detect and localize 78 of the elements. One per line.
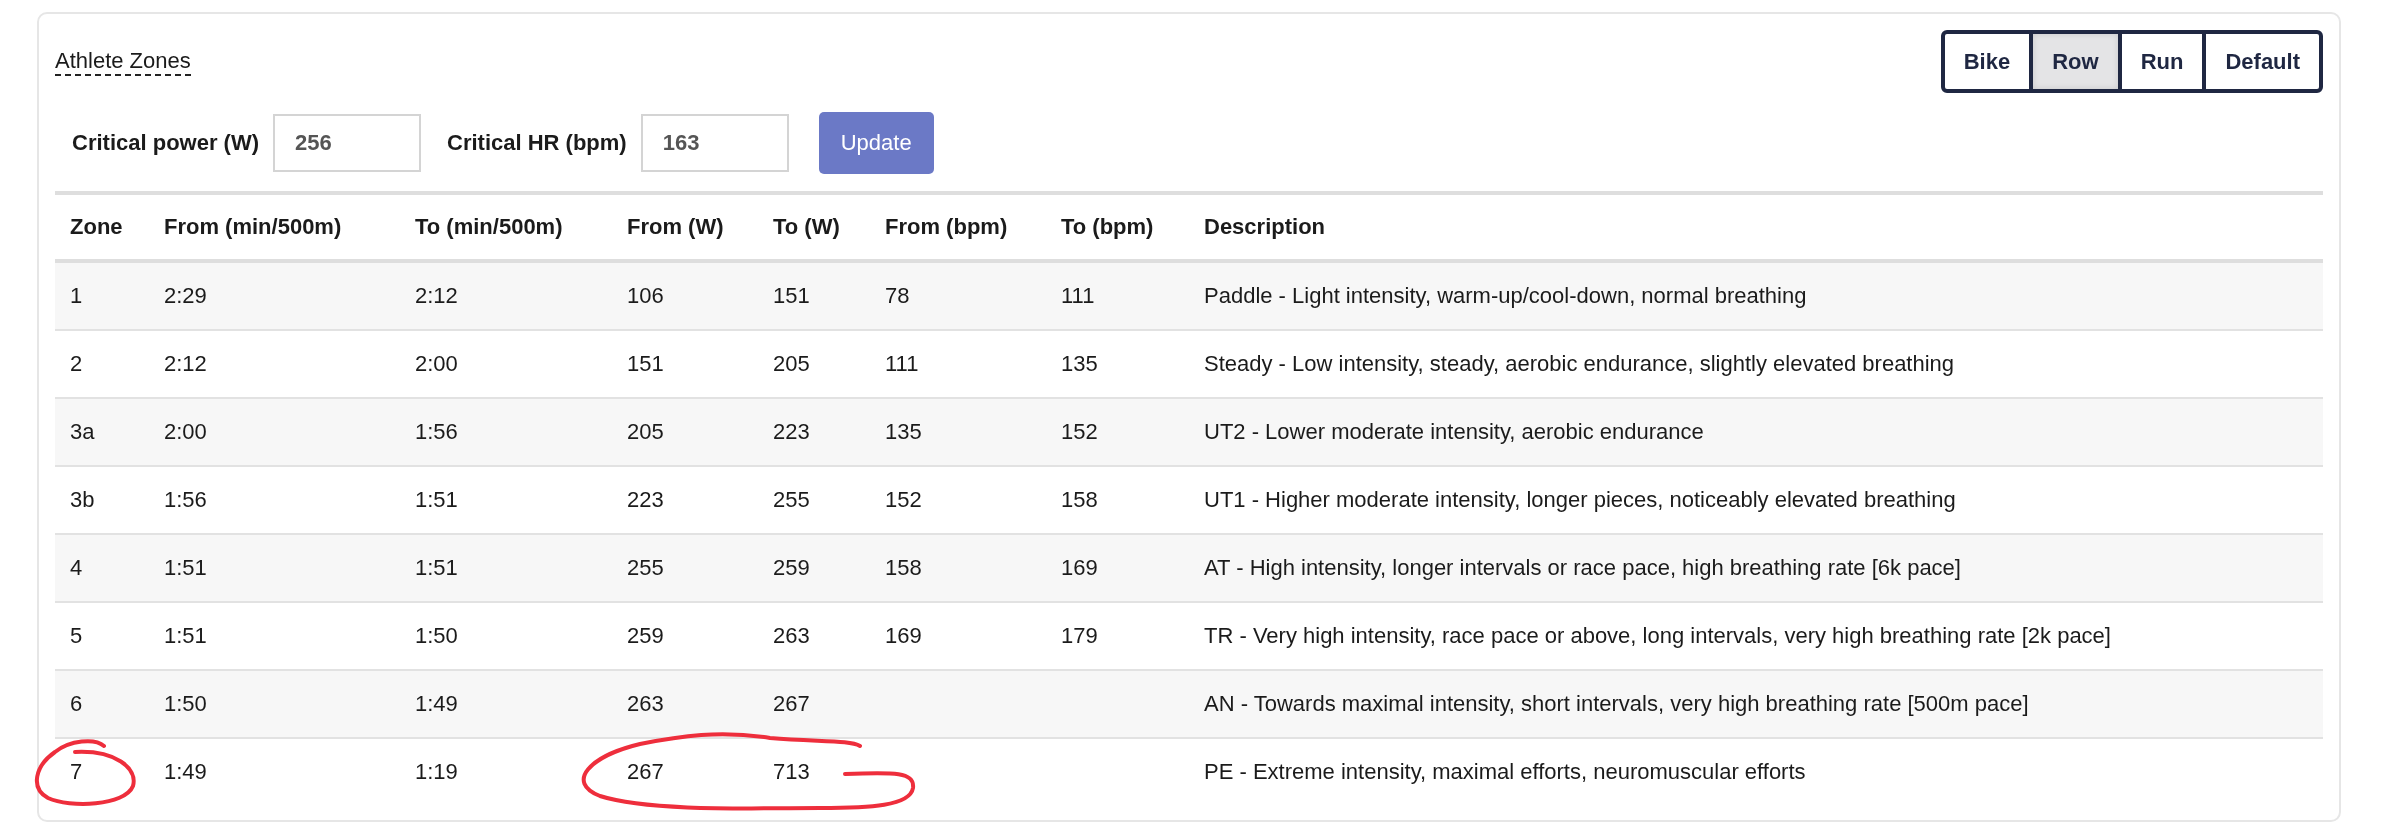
table-cell: 255 [627, 555, 664, 580]
table-cell: 151 [773, 283, 810, 308]
table-cell: 1:50 [164, 691, 207, 716]
table-cell: 106 [627, 283, 664, 308]
table-cell: 158 [885, 555, 922, 580]
table-cell: 179 [1061, 623, 1098, 648]
table-cell: 267 [773, 691, 810, 716]
table-cell: 169 [1061, 555, 1098, 580]
column-header: From (min/500m) [149, 193, 400, 261]
column-header: Zone [55, 193, 149, 261]
input-field[interactable]: 256 [273, 114, 421, 172]
field-label: Critical HR (bpm) [447, 130, 627, 156]
column-header: To (W) [758, 193, 870, 261]
table-cell: 7 [70, 759, 83, 784]
sport-tab[interactable]: Row [2033, 34, 2118, 89]
table-cell: 259 [773, 555, 810, 580]
table-cell: 263 [773, 623, 810, 648]
table-cell: 2 [70, 351, 83, 376]
table-cell: 1:50 [415, 623, 458, 648]
table-cell: 259 [627, 623, 664, 648]
table-cell: 4 [70, 555, 83, 580]
table-cell: 1:51 [164, 623, 207, 648]
table-cell: PE - Extreme intensity, maximal efforts, neuromuscular efforts [1204, 759, 1806, 784]
table-cell: Paddle - Light intensity, warm-up/cool-down, normal breathing [1204, 283, 1807, 308]
table-cell: 78 [885, 283, 910, 308]
table-cell: 135 [885, 419, 922, 444]
table-cell: 2:12 [415, 283, 458, 308]
table-cell: 1:19 [415, 759, 458, 784]
table-cell: 2:00 [164, 419, 207, 444]
table-cell: UT1 - Higher moderate intensity, longer pieces, noticeably elevated breathing [1204, 487, 1956, 512]
sport-tab[interactable]: Default [2206, 34, 2319, 89]
table-cell: 158 [1061, 487, 1098, 512]
table-cell: 151 [627, 351, 664, 376]
table-cell: 1:51 [415, 487, 458, 512]
panel-title: Athlete Zones [55, 48, 191, 77]
table-cell: 169 [885, 623, 922, 648]
table-cell: 1:51 [415, 555, 458, 580]
table-cell: 135 [1061, 351, 1098, 376]
update-button[interactable]: Update [818, 112, 934, 174]
table-cell: 111 [885, 351, 919, 376]
table-cell: 2:29 [164, 283, 207, 308]
table-cell: 6 [70, 691, 83, 716]
sport-tab[interactable]: Bike [1944, 34, 2030, 89]
column-header: From (bpm) [870, 193, 1046, 261]
column-header: To (bpm) [1046, 193, 1189, 261]
table-cell: AT - High intensity, longer intervals or race pace, high breathing rate [6k pace] [1204, 555, 1961, 580]
table-cell: 713 [773, 759, 810, 784]
table-cell: 205 [773, 351, 810, 376]
table-cell: 1:49 [164, 759, 207, 784]
table-cell: 1:56 [164, 487, 207, 512]
table-cell: Steady - Low intensity, steady, aerobic endurance, slightly elevated breathing [1204, 351, 1955, 376]
table-cell: 1 [70, 283, 83, 308]
table-cell: 152 [1061, 419, 1098, 444]
table-cell: 3b [70, 487, 95, 512]
table-cell: 205 [627, 419, 664, 444]
table-cell: 1:51 [164, 555, 207, 580]
table-cell: 111 [1061, 283, 1095, 308]
table-cell: 267 [627, 759, 664, 784]
column-header: To (min/500m) [400, 193, 612, 261]
column-header: Description [1189, 193, 2323, 261]
table-cell: 1:56 [415, 419, 458, 444]
table-cell: 223 [773, 419, 810, 444]
table-cell: AN - Towards maximal intensity, short intervals, very high breathing rate [500m pace] [1204, 691, 2029, 716]
table-cell: 223 [627, 487, 664, 512]
table-cell: 255 [773, 487, 810, 512]
table-cell: UT2 - Lower moderate intensity, aerobic endurance [1204, 419, 1704, 444]
table-cell: TR - Very high intensity, race pace or above, long intervals, very high breathing rate [2k pace] [1204, 623, 2111, 648]
table-cell: 3a [70, 419, 95, 444]
field-label: Critical power (W) [72, 130, 259, 156]
table-cell: 2:12 [164, 351, 207, 376]
table-cell: 2:00 [415, 351, 458, 376]
column-header: From (W) [612, 193, 758, 261]
table-cell: 263 [627, 691, 664, 716]
input-field[interactable]: 163 [640, 114, 789, 172]
sport-tab[interactable]: Run [2121, 34, 2203, 89]
table-cell: 5 [70, 623, 83, 648]
table-cell: 152 [885, 487, 922, 512]
table-cell: 1:49 [415, 691, 458, 716]
